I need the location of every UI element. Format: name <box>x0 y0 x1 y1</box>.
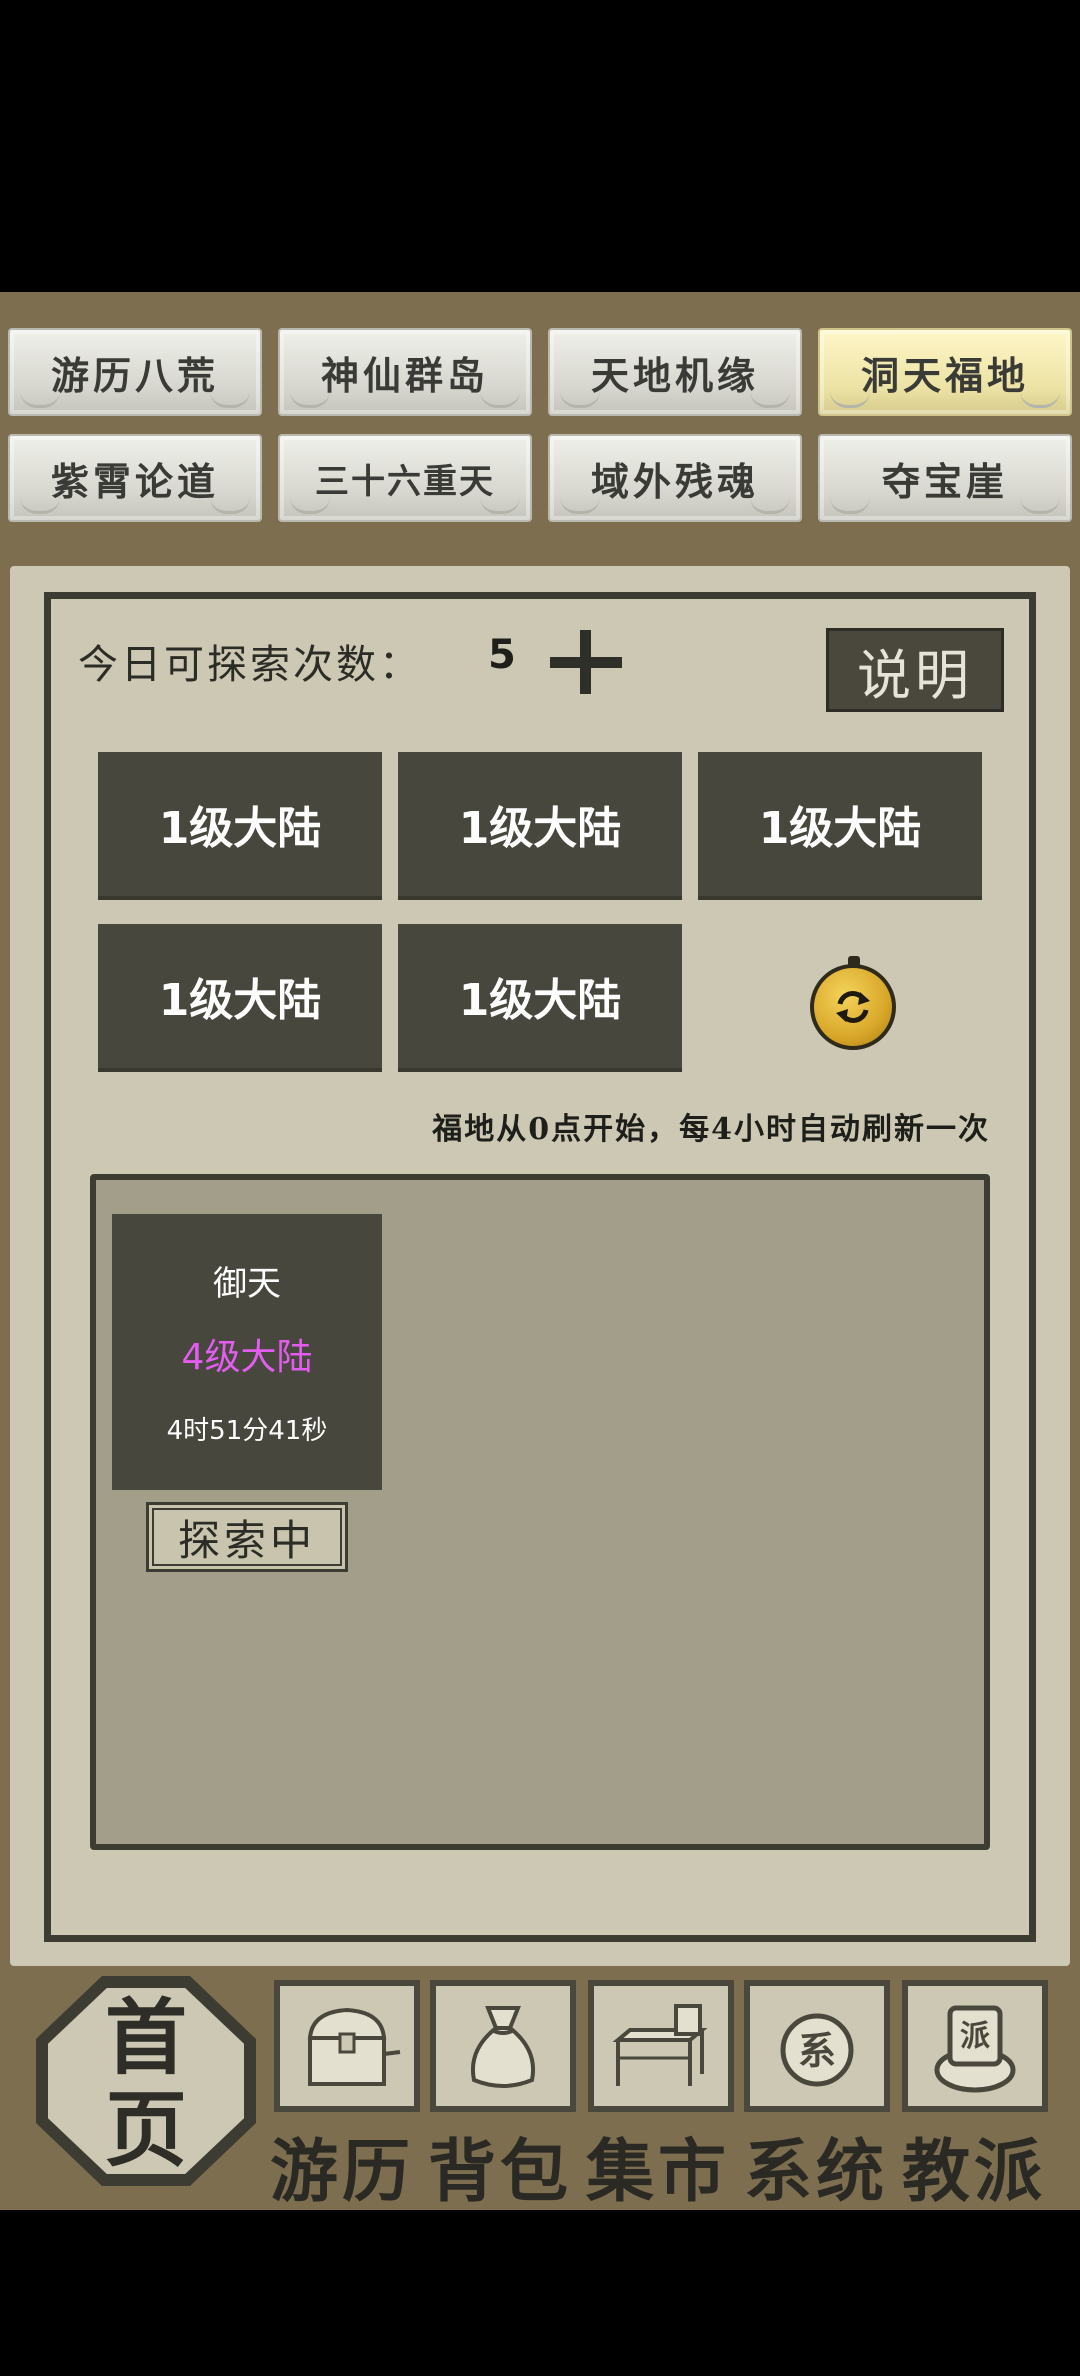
tab-remnant-souls[interactable]: 域外残魂 <box>548 434 802 522</box>
explore-count-value: 5 <box>488 632 516 678</box>
nav-market-label[interactable]: 集市 <box>586 2116 730 2215</box>
land-tile[interactable]: 1级大陆 <box>698 752 982 900</box>
tab-debate[interactable]: 紫霄论道 <box>8 434 262 522</box>
refresh-icon <box>810 964 896 1050</box>
nav-sect-label[interactable]: 教派 <box>902 2116 1046 2215</box>
nav-system-icon-box[interactable]: 系 <box>744 1980 890 2112</box>
refresh-button[interactable] <box>810 956 896 1052</box>
svg-text:派: 派 <box>960 2019 990 2054</box>
market-table-icon <box>612 2004 708 2086</box>
add-count-button[interactable] <box>550 630 622 694</box>
chest-icon <box>307 2007 401 2086</box>
sect-seal-icon: 派 <box>934 2005 1016 2093</box>
help-button[interactable]: 说明 <box>826 628 1004 712</box>
nav-bag-icon-box[interactable] <box>430 1980 576 2112</box>
tab-blessed-land[interactable]: 洞天福地 <box>818 328 1072 416</box>
land-tile[interactable]: 1级大陆 <box>98 924 382 1072</box>
card-player-name: 御天 <box>213 1264 281 1304</box>
nav-labels: 游历 背包 集市 系统 教派 <box>270 2116 1060 2212</box>
nav-sect-icon-box[interactable]: 派 <box>902 1980 1048 2112</box>
card-land-level: 4级大陆 <box>181 1337 313 1378</box>
nav-bag-label[interactable]: 背包 <box>428 2116 572 2215</box>
home-button[interactable]: 首页 <box>30 1970 262 2192</box>
land-tile[interactable]: 1级大陆 <box>398 924 682 1072</box>
exploring-land-card[interactable]: 御天 4级大陆 4时51分41秒 <box>112 1214 382 1490</box>
svg-text:系: 系 <box>798 2028 836 2073</box>
tab-immortal-islands[interactable]: 神仙群岛 <box>278 328 532 416</box>
tab-fortune[interactable]: 天地机缘 <box>548 328 802 416</box>
card-timer: 4时51分41秒 <box>166 1416 328 1446</box>
bag-icon <box>471 2006 535 2088</box>
system-seal-icon: 系 <box>780 2013 854 2087</box>
explore-count-label: 今日可探索次数： <box>78 642 422 688</box>
refresh-note: 福地从0点开始，每4小时自动刷新一次 <box>432 1112 990 1147</box>
land-tile[interactable]: 1级大陆 <box>98 752 382 900</box>
home-label: 首页 <box>104 1990 187 2178</box>
tab-treasure-cliff[interactable]: 夺宝崖 <box>818 434 1072 522</box>
nav-system-label[interactable]: 系统 <box>744 2116 888 2215</box>
exploring-status-button[interactable]: 探索中 <box>146 1502 348 1572</box>
land-tile[interactable]: 1级大陆 <box>398 752 682 900</box>
nav-travel-label[interactable]: 游历 <box>270 2116 414 2215</box>
nav-travel-icon-box[interactable] <box>274 1980 420 2112</box>
plus-icon-vertical <box>580 630 591 694</box>
tab-travel[interactable]: 游历八荒 <box>8 328 262 416</box>
nav-market-icon-box[interactable] <box>588 1980 734 2112</box>
tab-36-heavens[interactable]: 三十六重天 <box>278 434 532 522</box>
